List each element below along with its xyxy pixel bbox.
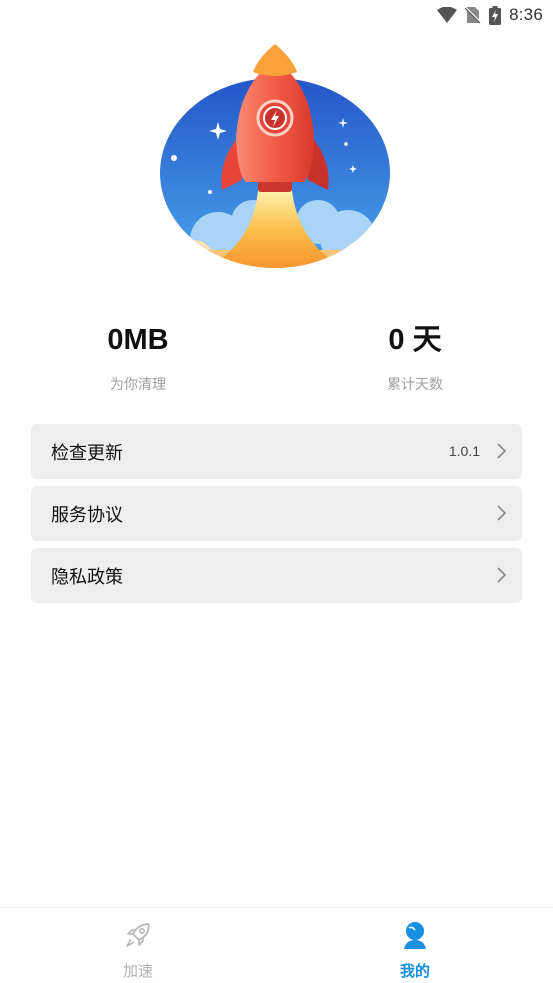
days-value: 0 天 (388, 324, 442, 356)
version-value: 1.0.1 (448, 443, 480, 459)
cleaned-stat: 0MB 为你清理 (38, 320, 238, 394)
days-label: 累计天数 (387, 377, 443, 393)
chevron-right-icon (497, 443, 507, 459)
rocket-illustration (158, 40, 394, 276)
user-icon (404, 922, 426, 949)
tab-accelerate[interactable]: 加速 (78, 908, 198, 983)
no-sim-icon (465, 6, 482, 24)
battery-charging-icon (489, 5, 502, 25)
settings-menu: 检查更新 1.0.1 服务协议 隐私政策 (31, 424, 522, 610)
wifi-icon (437, 7, 458, 23)
rocket-icon (126, 923, 150, 947)
tab-accelerate-label: 加速 (122, 962, 153, 980)
menu-item-label: 隐私政策 (51, 566, 123, 588)
status-bar: 8:36 (0, 0, 553, 30)
cleaned-value: 0MB (107, 324, 169, 356)
chevron-right-icon (497, 505, 507, 521)
stats-section: 0MB 为你清理 0 天 累计天数 (0, 320, 553, 400)
status-time: 8:36 (509, 5, 543, 24)
menu-item-check-update[interactable]: 检查更新 1.0.1 (31, 424, 522, 479)
tab-mine-label: 我的 (399, 962, 430, 980)
status-icons: 8:36 (437, 4, 543, 26)
menu-item-service-agreement[interactable]: 服务协议 (31, 486, 522, 541)
bottom-tab-bar: 加速 我的 (0, 907, 553, 983)
menu-item-privacy-policy[interactable]: 隐私政策 (31, 548, 522, 603)
cleaned-label: 为你清理 (110, 377, 166, 393)
menu-item-label: 服务协议 (51, 504, 123, 526)
days-stat: 0 天 累计天数 (315, 320, 515, 394)
chevron-right-icon (497, 567, 507, 583)
tab-mine[interactable]: 我的 (355, 908, 475, 983)
menu-item-label: 检查更新 (51, 442, 123, 464)
